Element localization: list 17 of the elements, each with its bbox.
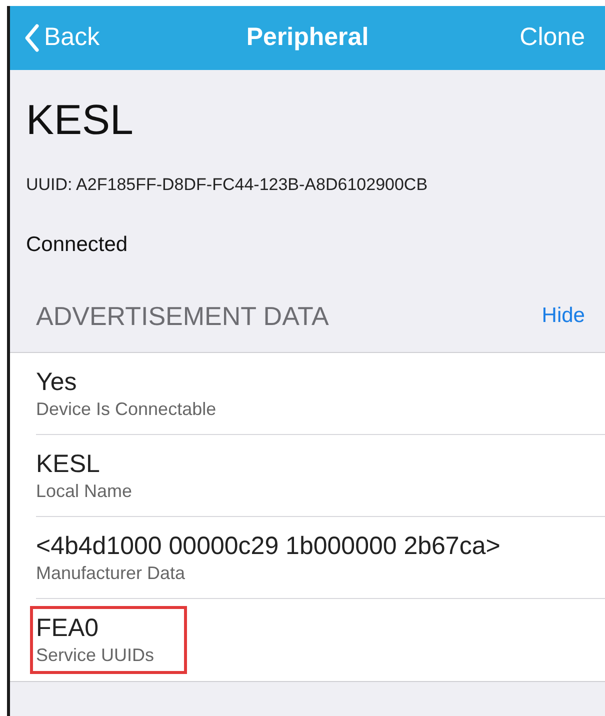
row-label: Manufacturer Data	[36, 562, 186, 584]
section-header: ADVERTISEMENT DATA	[36, 300, 329, 332]
row-value: <4b4d1000 00000c29 1b000000 2b67ca>	[36, 530, 500, 560]
row-value: Yes	[36, 366, 78, 396]
row-value: FEA0	[36, 613, 100, 643]
clone-button[interactable]: Clone	[520, 19, 591, 57]
nav-title: Peripheral	[246, 22, 369, 54]
device-name: KESL	[26, 95, 134, 145]
hide-button[interactable]: Hide	[542, 300, 585, 332]
back-button[interactable]: Back	[24, 19, 100, 57]
row-label: Service UUIDs	[36, 644, 154, 667]
row-label: Local Name	[36, 480, 132, 502]
device-uuid: UUID: A2F185FF-D8DF-FC44-123B-A8D6102900CB	[26, 174, 429, 196]
row-value: KESL	[36, 448, 101, 478]
connection-status: Connected	[26, 232, 129, 258]
chevron-left-icon	[24, 23, 40, 53]
row-label: Device Is Connectable	[36, 398, 216, 420]
